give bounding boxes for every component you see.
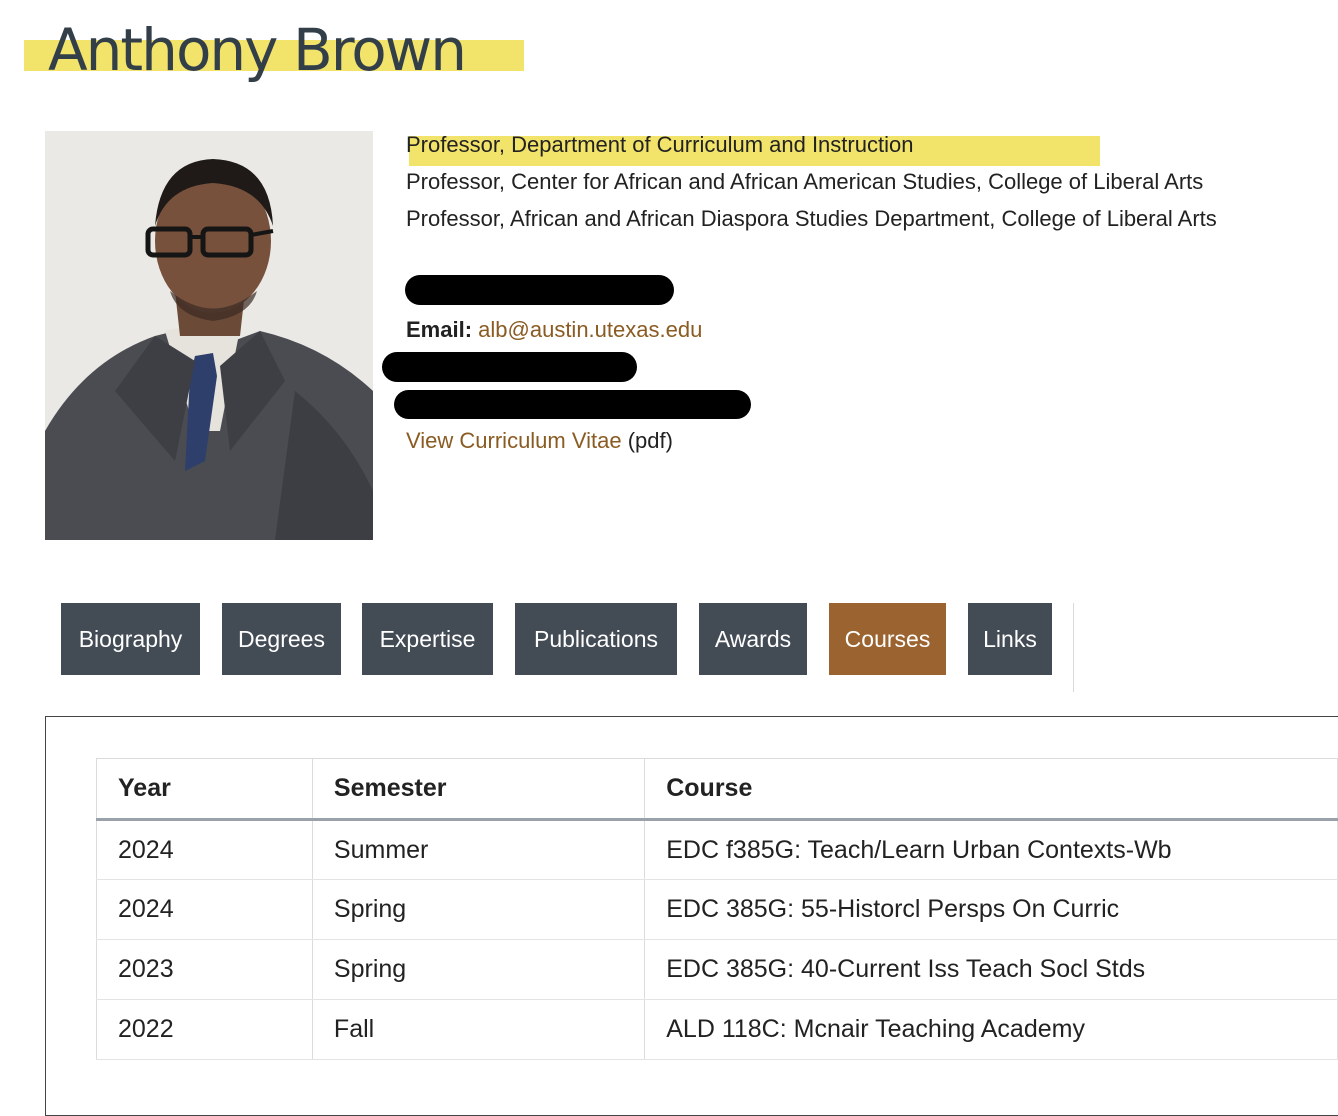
cell-year: 2024 <box>96 879 313 940</box>
profile-photo <box>45 131 373 540</box>
cell-semester: Spring <box>312 879 646 940</box>
email-link[interactable]: alb@austin.utexas.edu <box>478 317 702 342</box>
cell-year: 2023 <box>96 939 313 1000</box>
redaction-bar <box>382 352 637 382</box>
cell-semester: Summer <box>312 819 646 880</box>
cell-semester: Spring <box>312 939 646 1000</box>
cell-semester: Fall <box>312 999 646 1060</box>
cell-course: EDC 385G: 40-Current Iss Teach Socl Stds <box>644 939 1338 1000</box>
profile-name: Anthony Brown <box>48 16 467 84</box>
cell-year: 2024 <box>96 819 313 880</box>
courses-table: Year Semester Course 2024 Summer EDC f38… <box>96 758 1338 1060</box>
table-row: 2022 Fall ALD 118C: Mcnair Teaching Acad… <box>96 999 1338 1060</box>
email-label: Email: <box>406 317 473 342</box>
table-row: 2023 Spring EDC 385G: 40-Current Iss Tea… <box>96 939 1338 1000</box>
cell-course: ALD 118C: Mcnair Teaching Academy <box>644 999 1338 1060</box>
column-header-semester: Semester <box>312 758 646 821</box>
cell-year: 2022 <box>96 999 313 1060</box>
redaction-bar <box>405 275 674 305</box>
cv-row: View Curriculum Vitae (pdf) <box>406 426 673 456</box>
email-row: Email: alb@austin.utexas.edu <box>406 315 702 345</box>
table-header-row: Year Semester Course <box>96 758 1338 821</box>
tab-expertise[interactable]: Expertise <box>362 603 493 675</box>
tab-courses[interactable]: Courses <box>829 603 946 675</box>
redaction-bar <box>394 390 751 419</box>
table-row: 2024 Summer EDC f385G: Teach/Learn Urban… <box>96 819 1338 880</box>
title-secondary: Professor, Center for African and Africa… <box>406 169 1204 194</box>
tab-divider <box>1073 603 1074 692</box>
title-tertiary: Professor, African and African Diaspora … <box>406 206 1217 231</box>
tab-publications[interactable]: Publications <box>515 603 677 675</box>
column-header-course: Course <box>644 758 1338 821</box>
cell-course: EDC 385G: 55-Historcl Persps On Curric <box>644 879 1338 940</box>
cell-course: EDC f385G: Teach/Learn Urban Contexts-Wb <box>644 819 1338 880</box>
column-header-year: Year <box>96 758 313 821</box>
tab-awards[interactable]: Awards <box>699 603 807 675</box>
tab-degrees[interactable]: Degrees <box>222 603 341 675</box>
tab-links[interactable]: Links <box>968 603 1052 675</box>
cv-format-label: (pdf) <box>627 428 673 453</box>
cv-link[interactable]: View Curriculum Vitae <box>406 428 622 453</box>
tab-biography[interactable]: Biography <box>61 603 200 675</box>
title-primary: Professor, Department of Curriculum and … <box>406 132 914 157</box>
table-row: 2024 Spring EDC 385G: 55-Historcl Persps… <box>96 879 1338 940</box>
